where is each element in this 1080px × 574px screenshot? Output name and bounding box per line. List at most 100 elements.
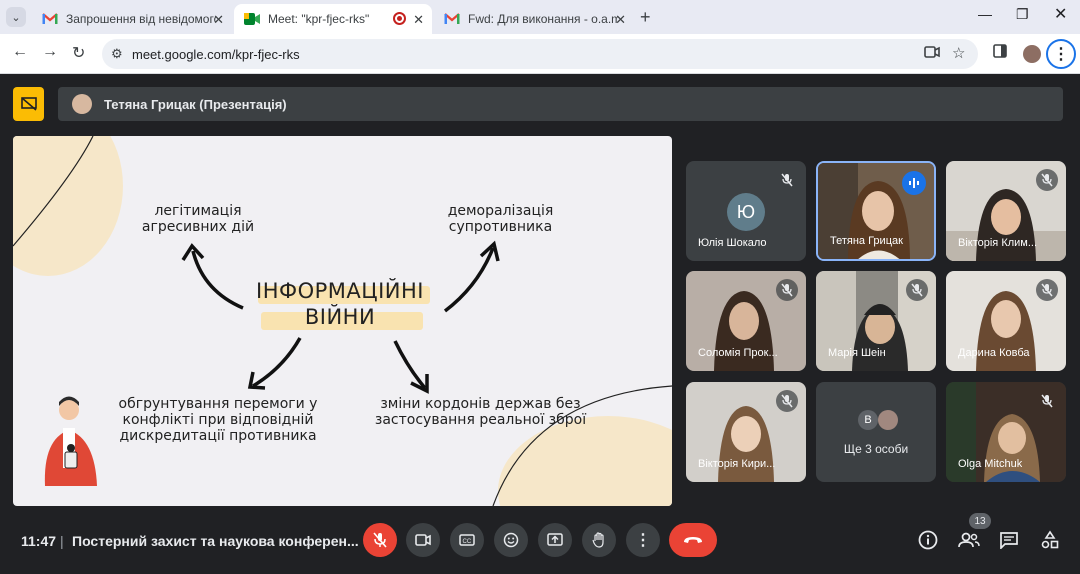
activities-shapes-icon — [1041, 530, 1059, 549]
tab-title: Meet: "kpr-fjec-rks" — [268, 12, 370, 26]
profile-avatar[interactable] — [1023, 45, 1041, 63]
mic-off-icon — [776, 390, 798, 412]
participant-tile-more[interactable]: В Ще 3 особи — [816, 382, 936, 482]
presenter-banner: Тетяна Грицак (Презентація) — [58, 87, 1063, 121]
svg-text:CC: CC — [463, 539, 472, 545]
raise-hand-button[interactable] — [582, 523, 616, 557]
tab-title: Fwd: Для виконання - o.a.mitch — [468, 12, 618, 26]
chat-icon — [1000, 532, 1018, 549]
meeting-title: Постерний захист та наукова конферен... — [72, 533, 359, 549]
reactions-button[interactable] — [494, 523, 528, 557]
avatar — [72, 94, 92, 114]
address-bar[interactable]: ⚙ meet.google.com/kpr-fjec-rks ☆ — [102, 39, 978, 69]
participant-name: Вікторія Кири... — [698, 458, 776, 470]
browser-toolbar: ← → ↻ ⚙ meet.google.com/kpr-fjec-rks ☆ ⋮ — [0, 34, 1080, 74]
participant-name: Юлія Шокало — [698, 237, 767, 249]
close-icon[interactable]: ✕ — [615, 12, 626, 28]
camera-icon — [415, 534, 431, 546]
present-screen-button[interactable] — [538, 523, 572, 557]
slide-title-line1: ІНФОРМАЦІЙНІ — [256, 279, 424, 303]
mic-off-icon — [776, 169, 798, 191]
chat-button[interactable] — [998, 529, 1020, 551]
close-icon[interactable]: ✕ — [213, 12, 224, 28]
info-icon — [918, 530, 938, 550]
tab-list-chevron-icon[interactable]: ⌄ — [6, 7, 26, 27]
present-screen-icon — [547, 533, 563, 546]
participant-tile[interactable]: Ю Юлія Шокало — [686, 161, 806, 261]
leave-call-button[interactable] — [669, 523, 717, 557]
recording-icon — [393, 12, 406, 25]
speaking-indicator-icon — [902, 171, 926, 195]
back-arrow-icon[interactable]: ← — [12, 43, 28, 61]
captions-button[interactable]: CC — [450, 523, 484, 557]
text-line: застосування реальної зброї — [374, 412, 587, 428]
text-line: обгрунтування перемоги у — [118, 396, 318, 412]
presentation-slide: ІНФОРМАЦІЙНІ ВІЙНИ легітимація агресивни… — [13, 136, 672, 506]
mic-off-icon — [1036, 169, 1058, 191]
more-vert-icon: ⋮ — [635, 532, 651, 549]
gmail-icon — [42, 11, 58, 27]
browser-menu-icon[interactable]: ⋮ — [1046, 39, 1076, 69]
mic-off-icon — [373, 532, 387, 548]
meeting-info-button[interactable] — [917, 529, 939, 551]
browser-tab-bar: ⌄ Запрошення від невідомого в ✕ Meet: "k… — [0, 0, 1080, 34]
participant-tile[interactable]: Вікторія Клим... — [946, 161, 1066, 261]
tab-gmail-invitation[interactable]: Запрошення від невідомого в ✕ — [32, 4, 232, 34]
participant-count-badge: 13 — [969, 513, 991, 529]
tab-gmail-fwd[interactable]: Fwd: Для виконання - o.a.mitch ✕ — [434, 4, 634, 34]
slide-label-top-right: деморалізація супротивника — [413, 203, 588, 235]
url-text: meet.google.com/kpr-fjec-rks — [132, 47, 300, 62]
text-line: легітимація — [154, 203, 242, 219]
mic-toggle-button[interactable] — [363, 523, 397, 557]
slide-label-bottom-left: обгрунтування перемоги у конфлікті при в… — [113, 396, 323, 444]
participant-tile[interactable]: Вікторія Кири... — [686, 382, 806, 482]
bookmark-star-icon[interactable]: ☆ — [952, 44, 965, 62]
presentation-icon[interactable] — [13, 87, 44, 121]
captions-icon: CC — [459, 534, 475, 546]
meeting-clock: 11:47 — [21, 533, 57, 549]
person-illustration — [44, 396, 97, 486]
participant-tile[interactable]: Olga Mitchuk — [946, 382, 1066, 482]
participant-tile[interactable]: Соломія Прок... — [686, 271, 806, 371]
text-line: конфлікті при відповідній — [122, 412, 314, 428]
participant-name: Вікторія Клим... — [958, 237, 1038, 249]
more-options-button[interactable]: ⋮ — [626, 523, 660, 557]
participant-name: Дарина Ковба — [958, 347, 1030, 359]
tab-meet[interactable]: Meet: "kpr-fjec-rks" ✕ — [234, 4, 432, 34]
camera-icon[interactable] — [924, 46, 940, 61]
gmail-icon — [444, 11, 460, 27]
site-settings-icon[interactable]: ⚙ — [111, 46, 123, 62]
people-button[interactable] — [958, 529, 980, 551]
side-panel-icon[interactable] — [993, 44, 1007, 61]
mic-off-icon — [1036, 279, 1058, 301]
participant-tile[interactable]: Дарина Ковба — [946, 271, 1066, 371]
avatar: В — [858, 410, 878, 430]
camera-toggle-button[interactable] — [406, 523, 440, 557]
mic-off-icon — [776, 279, 798, 301]
text-line: дискредитації противника — [119, 428, 317, 444]
slide-title: ІНФОРМАЦІЙНІ ВІЙНИ — [245, 278, 435, 330]
meet-icon — [244, 11, 260, 27]
text-line: супротивника — [448, 219, 553, 235]
participant-name: Марія Шеін — [828, 347, 886, 359]
separator: | — [60, 533, 64, 549]
reload-icon[interactable]: ↻ — [72, 43, 85, 63]
participant-tile[interactable]: Тетяна Грицак — [816, 161, 936, 261]
close-window-icon[interactable]: ✕ — [1054, 4, 1067, 24]
restore-icon[interactable]: ❐ — [1016, 6, 1029, 23]
text-line: деморалізація — [447, 203, 554, 219]
mic-off-icon — [1036, 390, 1058, 412]
participant-name: Olga Mitchuk — [958, 458, 1023, 470]
participant-tile[interactable]: Марія Шеін — [816, 271, 936, 371]
hand-icon — [592, 532, 604, 548]
slide-title-line2: ВІЙНИ — [304, 305, 376, 329]
emoji-icon — [503, 532, 519, 548]
avatar: Ю — [727, 193, 765, 231]
minimize-icon[interactable]: — — [978, 6, 992, 22]
slide-label-bottom-right: зміни кордонів держав без застосування р… — [373, 396, 588, 428]
activities-button[interactable] — [1039, 529, 1061, 551]
forward-arrow-icon[interactable]: → — [42, 43, 58, 61]
new-tab-plus-icon[interactable]: + — [640, 7, 651, 28]
close-icon[interactable]: ✕ — [413, 12, 424, 28]
tab-title: Запрошення від невідомого в — [66, 12, 216, 26]
